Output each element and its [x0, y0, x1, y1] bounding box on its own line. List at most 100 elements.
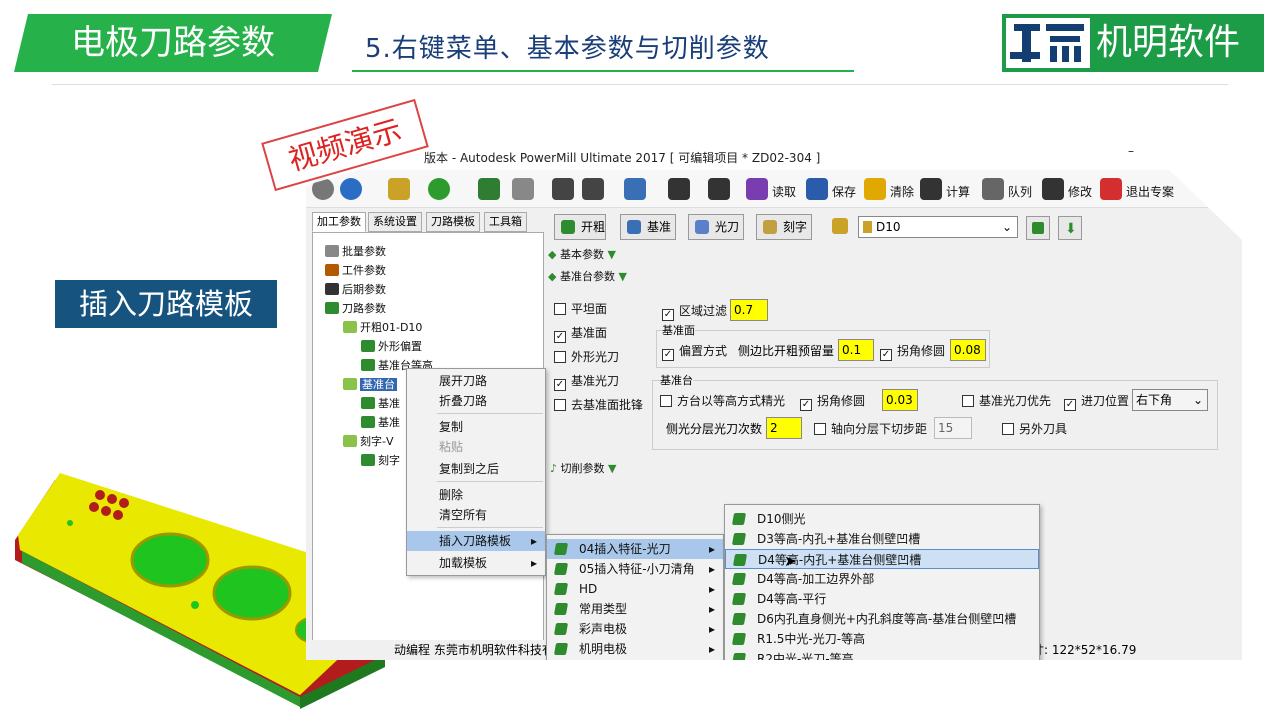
menu-item-label: R1.5中光-光刀-等高: [757, 632, 866, 646]
region-filter-checkbox[interactable]: ✓ 区域过滤: [662, 302, 727, 321]
tab-machining-params[interactable]: 加工参数: [312, 212, 366, 232]
toolbar-label-15[interactable]: 队列: [1008, 183, 1032, 200]
tree-icon[interactable]: [582, 178, 604, 200]
tree-node[interactable]: 刀路参数: [325, 300, 386, 316]
part-icon[interactable]: [388, 178, 410, 200]
menu-item[interactable]: 展开刀路: [407, 371, 545, 391]
minimize-button[interactable]: –: [1128, 144, 1134, 158]
tree-node[interactable]: 基准: [361, 414, 400, 430]
rough-button[interactable]: 开粗: [554, 214, 606, 240]
entry-position-checkbox[interactable]: ✓ 进刀位置: [1064, 392, 1129, 411]
download-button[interactable]: ⬇: [1058, 216, 1082, 240]
menu-item[interactable]: D6内孔直身侧光+内孔斜度等高-基准台侧壁凹槽: [725, 609, 1039, 629]
read-icon[interactable]: [746, 178, 768, 200]
menu-item[interactable]: 常用类型 ▸: [547, 599, 723, 619]
add-tool-button[interactable]: [1026, 216, 1050, 240]
toolbar-label-11[interactable]: 读取: [772, 183, 796, 200]
toolbar-label-16[interactable]: 修改: [1068, 183, 1092, 200]
offset-mode-checkbox[interactable]: ✓ 偏置方式: [662, 342, 727, 361]
menu-item[interactable]: 删除: [407, 485, 545, 505]
menu-item[interactable]: D3等高-内孔+基准台侧壁凹槽: [725, 529, 1039, 549]
menu-item[interactable]: 彩声电极 ▸: [547, 619, 723, 639]
gear-icon[interactable]: [312, 178, 334, 200]
globe-icon[interactable]: [340, 178, 362, 200]
tree-node[interactable]: 开粗01-D10: [343, 319, 422, 335]
square-table-checkbox[interactable]: 方台以等高方式精光: [660, 392, 785, 409]
tree-node[interactable]: 批量参数: [325, 243, 386, 259]
toolbar-label-13[interactable]: 清除: [890, 183, 914, 200]
section-base-platform-label: 基准台参数: [559, 270, 615, 283]
excel-icon[interactable]: [478, 178, 500, 200]
side-allowance-input[interactable]: 0.1: [838, 339, 874, 361]
option-checkbox[interactable]: ✓ 基准面: [554, 324, 607, 343]
menu-item[interactable]: 机明电极 ▸: [547, 639, 723, 659]
calc-icon[interactable]: [920, 178, 942, 200]
tree-node[interactable]: 后期参数: [325, 281, 386, 297]
tab-toolbox[interactable]: 工具箱: [484, 212, 527, 232]
toolbar-label-14[interactable]: 计算: [946, 183, 970, 200]
engrave-button[interactable]: 刻字: [756, 214, 812, 240]
menu-item[interactable]: 折叠刀路: [407, 391, 545, 411]
table-corner-input[interactable]: 0.03: [882, 389, 918, 411]
tree-node[interactable]: 基准: [361, 395, 400, 411]
menu-item[interactable]: R2中光-光刀-等高: [725, 649, 1039, 660]
entry-position-select[interactable]: 右下角 ⌄: [1132, 389, 1208, 411]
exit-icon[interactable]: [1100, 178, 1122, 200]
clear-icon[interactable]: [864, 178, 886, 200]
option-checkbox[interactable]: 外形光刀: [554, 348, 619, 365]
option-checkbox[interactable]: 去基准面批锋: [554, 396, 643, 413]
folder-icon[interactable]: [624, 178, 646, 200]
tool-select[interactable]: D10 ⌄: [858, 216, 1018, 238]
menu-item[interactable]: HD ▸: [547, 579, 723, 599]
toolbar-label-12[interactable]: 保存: [832, 183, 856, 200]
tree-node[interactable]: 刻字: [361, 452, 400, 468]
save-icon[interactable]: [806, 178, 828, 200]
menu-item[interactable]: D10侧光: [725, 509, 1039, 529]
menu-item[interactable]: 复制: [407, 417, 545, 437]
tree-node[interactable]: 基准台: [343, 376, 397, 392]
region-filter-input[interactable]: 0.7: [730, 299, 768, 321]
other-tool-checkbox[interactable]: 另外刀具: [1002, 420, 1067, 437]
menu-item[interactable]: 粘贴: [407, 437, 545, 457]
side-layers-input[interactable]: 2: [766, 417, 802, 439]
tree-node[interactable]: 工件参数: [325, 262, 386, 278]
finish-button[interactable]: 光刀: [688, 214, 744, 240]
last-icon[interactable]: [708, 178, 730, 200]
axial-step-checkbox[interactable]: 轴向分层下切步距: [814, 420, 927, 437]
menu-item-label: D10侧光: [757, 512, 806, 526]
menu-item[interactable]: 插入刀路模板 ▸: [407, 531, 545, 551]
tab-toolpath-templates[interactable]: 刀路模板: [426, 212, 480, 232]
datum-button[interactable]: 基准: [620, 214, 676, 240]
tab-system-settings[interactable]: 系统设置: [368, 212, 422, 232]
menu-item[interactable]: 清空所有: [407, 505, 545, 525]
option-checkbox[interactable]: 平坦面: [554, 300, 607, 317]
option-checkbox[interactable]: ✓ 基准光刀: [554, 372, 619, 391]
modify-icon[interactable]: [1042, 178, 1064, 200]
queue-icon[interactable]: [982, 178, 1004, 200]
menu-item[interactable]: 复制到之后: [407, 459, 545, 479]
wrench-icon[interactable]: [512, 178, 534, 200]
tree-node[interactable]: 刻字-V: [343, 433, 394, 449]
import-icon[interactable]: [552, 178, 574, 200]
axial-step-input[interactable]: 15: [934, 417, 972, 439]
toolbar-label-17[interactable]: 退出专案: [1126, 183, 1174, 200]
first-icon[interactable]: [668, 178, 690, 200]
section-base-platform[interactable]: ◆ 基准台参数 ▼: [548, 268, 627, 284]
menu-item[interactable]: D4等高-内孔+基准台侧壁凹槽: [725, 549, 1039, 569]
menu-item[interactable]: R1.5中光-光刀-等高: [725, 629, 1039, 649]
menu-item[interactable]: 加载模板 ▸: [407, 553, 545, 573]
tree-node[interactable]: 外形偏置: [361, 338, 422, 354]
add-icon[interactable]: [428, 178, 450, 200]
section-basic[interactable]: ◆ 基本参数 ▼: [548, 246, 616, 262]
menu-item[interactable]: 04插入特征-光刀 ▸: [547, 539, 723, 559]
corner-round-checkbox[interactable]: ✓ 拐角修圆: [880, 342, 945, 361]
status-dimensions: 寸: 122*52*16.79: [1032, 643, 1137, 657]
finish-priority-checkbox[interactable]: 基准光刀优先: [962, 392, 1051, 409]
menu-item[interactable]: D4等高-加工边界外部: [725, 569, 1039, 589]
section-cutting[interactable]: ♪ 切削参数 ▼: [550, 460, 617, 476]
tree-node-icon: [361, 359, 375, 371]
corner-round-input[interactable]: 0.08: [950, 339, 986, 361]
menu-item[interactable]: 05插入特征-小刀清角 ▸: [547, 559, 723, 579]
table-corner-checkbox[interactable]: ✓ 拐角修圆: [800, 392, 865, 411]
menu-item[interactable]: D4等高-平行: [725, 589, 1039, 609]
